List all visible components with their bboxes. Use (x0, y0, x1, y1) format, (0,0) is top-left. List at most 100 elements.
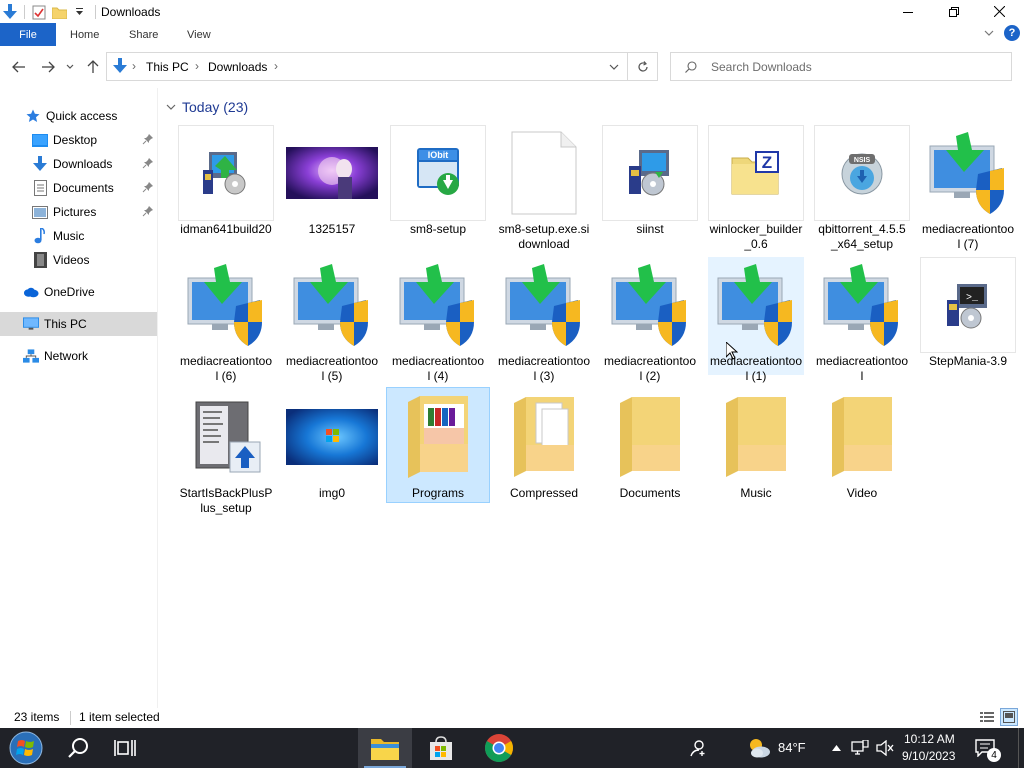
arrow-right-icon (42, 61, 55, 73)
file-tile[interactable]: >_ StepMania-3.9 (920, 257, 1016, 375)
svg-text:>_: >_ (966, 293, 979, 304)
file-tile[interactable]: NSIS qbittorrent_4.5.5_x64_setup (814, 125, 910, 251)
task-view-button[interactable] (104, 728, 146, 768)
file-tile[interactable]: Z winlocker_builder_0.6 (708, 125, 804, 251)
new-folder-icon[interactable] (49, 2, 69, 22)
help-icon[interactable]: ? (1004, 25, 1020, 41)
sidebar-item-this-pc[interactable]: This PC (0, 312, 157, 336)
volume-button[interactable] (874, 728, 896, 768)
status-item-count: 23 items (14, 710, 60, 724)
breadcrumb-separator-icon[interactable]: › (195, 59, 199, 73)
show-hidden-icons-button[interactable] (828, 728, 844, 768)
refresh-button[interactable] (627, 53, 658, 80)
clock-time[interactable]: 10:12 AM (904, 732, 955, 746)
pin-icon[interactable] (142, 133, 154, 145)
group-header[interactable]: Today (23) (166, 99, 248, 115)
search-input[interactable]: Search Downloads (711, 60, 812, 74)
file-tile[interactable]: mediacreationtool (3) (496, 257, 592, 383)
navigation-row: › This PC › Downloads › Search Downloads (0, 46, 1024, 88)
expand-ribbon-chevron-icon[interactable] (984, 26, 994, 40)
clock-date[interactable]: 9/10/2023 (902, 749, 955, 763)
installer-icon (178, 125, 274, 221)
file-tile[interactable]: idman641build20 (178, 125, 274, 243)
weather-button[interactable] (742, 728, 776, 768)
notification-count-badge: 4 (987, 748, 1001, 762)
sidebar-item-pictures[interactable]: Pictures (0, 200, 157, 224)
file-tile[interactable]: Programs (386, 387, 490, 503)
file-tile[interactable]: mediacreationtool (6) (178, 257, 274, 383)
large-icons-view-button[interactable] (1000, 708, 1018, 726)
file-tile[interactable]: mediacreationtool (4) (390, 257, 486, 383)
pin-icon[interactable] (142, 157, 154, 169)
tab-view[interactable]: View (187, 23, 211, 46)
file-tile[interactable]: 1325157 (284, 125, 380, 243)
start-button[interactable] (0, 728, 52, 768)
sidebar-item-network[interactable]: Network (0, 344, 157, 368)
restore-button[interactable] (931, 0, 977, 23)
file-label: mediacreationtool (5) (285, 354, 379, 383)
forward-button[interactable] (37, 56, 59, 78)
minimize-button[interactable] (885, 0, 931, 23)
back-button[interactable] (8, 56, 30, 78)
taskbar-chrome[interactable] (476, 728, 522, 768)
up-button[interactable] (82, 56, 104, 78)
close-button[interactable] (976, 0, 1022, 23)
sidebar-item-videos[interactable]: Videos (0, 248, 157, 272)
download-arrow-icon (32, 156, 48, 172)
file-tile[interactable]: siinst (602, 125, 698, 243)
download-arrow-icon[interactable] (0, 2, 20, 22)
svg-text:Z: Z (762, 153, 772, 172)
taskbar-search-button[interactable] (56, 728, 100, 768)
media-creation-tool-icon (391, 258, 485, 352)
installer-cd-icon (602, 125, 698, 221)
folder-icon (603, 390, 697, 484)
file-list: Today (23) idman641build20 1325157 IObit… (160, 88, 1024, 708)
breadcrumb-this-pc[interactable]: This PC (146, 60, 189, 74)
file-tile[interactable]: mediacreationtool (5) (284, 257, 380, 383)
customize-toolbar-chevron-icon[interactable] (69, 2, 89, 22)
tab-home[interactable]: Home (70, 23, 99, 46)
sidebar-item-music[interactable]: Music (0, 224, 157, 248)
file-tile[interactable]: Video (814, 389, 910, 507)
network-status-button[interactable] (848, 728, 872, 768)
properties-icon[interactable] (29, 2, 49, 22)
file-tile[interactable]: mediacreationtool (7) (920, 125, 1016, 251)
file-tile[interactable]: sm8-setup.exe.sidownload (496, 125, 592, 251)
file-tile[interactable]: Music (708, 389, 804, 507)
recent-locations-button[interactable] (62, 56, 78, 78)
file-tile[interactable]: img0 (284, 389, 380, 507)
sidebar-item-documents[interactable]: Documents (0, 176, 157, 200)
breadcrumb-separator-icon[interactable]: › (132, 59, 136, 73)
details-view-button[interactable] (978, 708, 996, 726)
people-button[interactable] (684, 728, 712, 768)
address-history-button[interactable] (602, 56, 626, 78)
tab-file[interactable]: File (0, 23, 56, 46)
weather-temperature[interactable]: 84°F (778, 740, 806, 755)
breadcrumb-downloads[interactable]: Downloads (208, 60, 267, 74)
taskbar-store[interactable] (418, 728, 464, 768)
task-view-icon (114, 740, 136, 756)
file-label: idman641build20 (180, 222, 272, 236)
search-box[interactable]: Search Downloads (670, 52, 1012, 81)
file-tile[interactable]: mediacreationtool (814, 257, 910, 383)
file-tile[interactable]: IObit sm8-setup (390, 125, 486, 243)
pin-icon[interactable] (142, 181, 154, 193)
file-tile[interactable]: Compressed (496, 389, 592, 507)
chevron-down-icon[interactable] (166, 100, 176, 114)
pin-icon[interactable] (142, 205, 154, 217)
address-bar[interactable]: › This PC › Downloads › (106, 52, 658, 81)
sidebar-item-desktop[interactable]: Desktop (0, 128, 157, 152)
breadcrumb-separator-icon[interactable]: › (274, 59, 278, 73)
file-tile[interactable]: StartIsBackPlusPlus_setup (178, 389, 274, 515)
sidebar-item-downloads[interactable]: Downloads (0, 152, 157, 176)
file-label: qbittorrent_4.5.5_x64_setup (818, 222, 906, 251)
file-tile[interactable]: mediacreationtool (1) (708, 257, 804, 383)
file-tile[interactable]: Documents (602, 389, 698, 507)
action-center-button[interactable]: 4 (968, 728, 1002, 768)
taskbar-file-explorer[interactable] (358, 728, 412, 768)
sidebar-item-quick-access[interactable]: Quick access (0, 104, 157, 128)
file-tile[interactable]: mediacreationtool (2) (602, 257, 698, 383)
tab-share[interactable]: Share (129, 23, 158, 46)
show-desktop-button[interactable] (1018, 728, 1024, 768)
sidebar-item-onedrive[interactable]: OneDrive (0, 280, 157, 304)
